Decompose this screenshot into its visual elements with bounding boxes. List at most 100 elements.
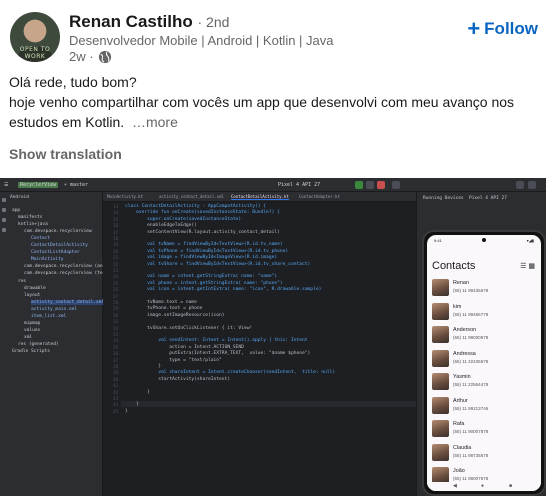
contact-photo (432, 279, 449, 296)
editor-tab: MainActivity.kt (107, 194, 144, 199)
contact-name: Arthur (453, 397, 468, 404)
tree-item: app (12, 208, 21, 213)
tree-item: com.devspace.recyclerview (test) (24, 271, 111, 276)
contact-phone: (55) 11 99456778 (453, 311, 489, 317)
see-more-link[interactable]: …more (132, 114, 178, 130)
tree-item: Contact (31, 236, 50, 241)
line-number: 14 (113, 210, 118, 216)
tree-item: xml (24, 335, 33, 340)
contact-photo (432, 302, 449, 320)
contact-phone: (55) 11 22435678 (453, 358, 489, 364)
contact-name: Yasmin (453, 374, 471, 380)
line-number: 16 (113, 223, 118, 229)
contact-phone: (55) 11 99213746 (453, 405, 489, 411)
branch-icon: ⑂ (64, 182, 68, 188)
code-line: type = "text/plain" (125, 357, 222, 363)
line-number: 32 (113, 325, 118, 331)
project-name: RecyclerView (18, 182, 59, 188)
tree-item: manifests (18, 215, 43, 220)
contact-photo (432, 420, 449, 437)
code-line: enableEdgeToEdge() (125, 223, 197, 229)
contact-name: Claudia (453, 444, 472, 451)
globe-icon (98, 50, 111, 63)
sync-icon (392, 181, 400, 189)
contact-photo (432, 326, 449, 343)
nav-bar: ◀ ● ■ (427, 482, 541, 491)
running-device-tab: Pixel 4 API 27 (469, 196, 507, 201)
code-line: } (125, 389, 150, 395)
folder-icon (1, 198, 6, 202)
line-number: 23 (113, 268, 118, 273)
line-number: 25 (113, 280, 118, 286)
layout-toggle-icon[interactable]: ☰ ▦ (520, 262, 535, 270)
contact-item[interactable]: kim (55) 11 99456778 (432, 302, 541, 324)
line-number: 45 (113, 408, 118, 414)
ide-toolbar: ☰ RecyclerView ⑂ master Pixel 4 API 27 (0, 178, 546, 192)
tree-item: activity_main.xml (31, 307, 78, 312)
tree-item-selected: activity_contact_detail.xml (31, 300, 105, 305)
tree-item: layout (24, 293, 41, 298)
code-line: class ContactDetailActivity : AppCompatA… (125, 204, 267, 209)
line-number: 20 (113, 248, 118, 254)
code-line: val sendIntent: Intent = Intent().apply … (125, 338, 308, 344)
post-text-line: Olá rede, tudo bom? (9, 74, 137, 90)
contact-item[interactable]: Yasmin (55) 11 22564478 (432, 372, 541, 394)
code-line: } (125, 402, 139, 408)
follow-button[interactable]: + Follow (461, 16, 544, 42)
line-number: 42 (113, 389, 118, 395)
commit-icon (1, 208, 6, 212)
avatar[interactable]: OPEN TO WORK (10, 12, 60, 62)
tree-item: Gradle Scripts (12, 349, 50, 354)
line-number: 33 (113, 332, 118, 337)
emulator-phone: 9:41 ▾◢▮ Contacts ☰ ▦ Renan (55) 11 99435… (422, 230, 546, 496)
contact-name: Renan (453, 280, 469, 286)
line-number: 41 (113, 383, 118, 389)
contact-item[interactable]: Anderson (55) 11 99000978 (432, 325, 541, 347)
code-line: val tvName = findViewById<TextView>(R.id… (125, 242, 283, 248)
code-line: } (125, 408, 128, 414)
author-name-text[interactable]: Renan Castilho (69, 12, 193, 31)
post-header: OPEN TO WORK Renan Castilho · 2nd Desenv… (0, 0, 546, 70)
tree-item: kotlin+java (18, 222, 48, 227)
status-icons: ▾◢▮ (526, 238, 534, 243)
contact-photo (432, 396, 449, 414)
line-number: 39 (113, 370, 118, 376)
line-gutter: 13 14 15 16 17 18 19 20 21 22 23 24 25 26 27 28 29 30 31 32… (103, 202, 121, 496)
author-name[interactable]: Renan Castilho · 2nd (69, 12, 229, 32)
line-number: 37 (113, 357, 118, 363)
code-line: super.onCreate(savedInstanceState) (125, 216, 242, 222)
tree-item: Android (10, 195, 29, 200)
contact-name: kim (453, 303, 462, 310)
code-line: } (125, 364, 161, 369)
phone-screen: 9:41 ▾◢▮ Contacts ☰ ▦ Renan (55) 11 99435… (427, 235, 541, 491)
recents-icon[interactable]: ■ (509, 483, 512, 489)
contact-name: Rafa (453, 421, 465, 427)
contact-item[interactable]: Rafa (55) 11 90007878 (432, 419, 541, 441)
contact-phone: (55) 11 99435678 (453, 288, 489, 293)
code-line: override fun onCreate(savedInstanceState… (125, 210, 280, 216)
tree-item: res (18, 279, 27, 284)
home-icon[interactable]: ● (481, 483, 484, 489)
contact-item[interactable]: Andressa (55) 11 22435678 (432, 349, 541, 371)
contact-photo (432, 443, 449, 461)
app-title: Contacts (432, 260, 476, 272)
code-line: val tvShare = findViewById<TextView>(R.i… (125, 261, 311, 267)
tree-item: MainActivity (31, 257, 64, 262)
back-icon[interactable]: ◀ (453, 483, 457, 489)
stop-button-icon (377, 181, 385, 189)
contact-item[interactable]: Renan (55) 11 99435678 (432, 278, 541, 300)
editor-tab: activity_contact_detail.xml (159, 194, 225, 199)
show-translation-button[interactable]: Show translation (9, 146, 122, 162)
tree-item: mipmap (24, 321, 41, 326)
contact-item[interactable]: Claudia (55) 11 98735678 (432, 443, 541, 465)
plus-icon: + (467, 16, 481, 41)
contact-item[interactable]: Arthur (55) 11 99213746 (432, 396, 541, 418)
line-number: 22 (113, 261, 118, 267)
code-line: val image = findViewById<ImageView>(R.id… (125, 255, 278, 261)
settings-icon (528, 181, 536, 189)
hamburger-icon: ☰ (4, 182, 9, 188)
contact-phone: (55) 11 22564478 (453, 382, 489, 387)
code-line: action = Intent.ACTION_SEND (125, 344, 244, 350)
line-number: 26 (113, 287, 118, 293)
code-line: tvShare.setOnClickListener { it: View! (125, 325, 253, 331)
